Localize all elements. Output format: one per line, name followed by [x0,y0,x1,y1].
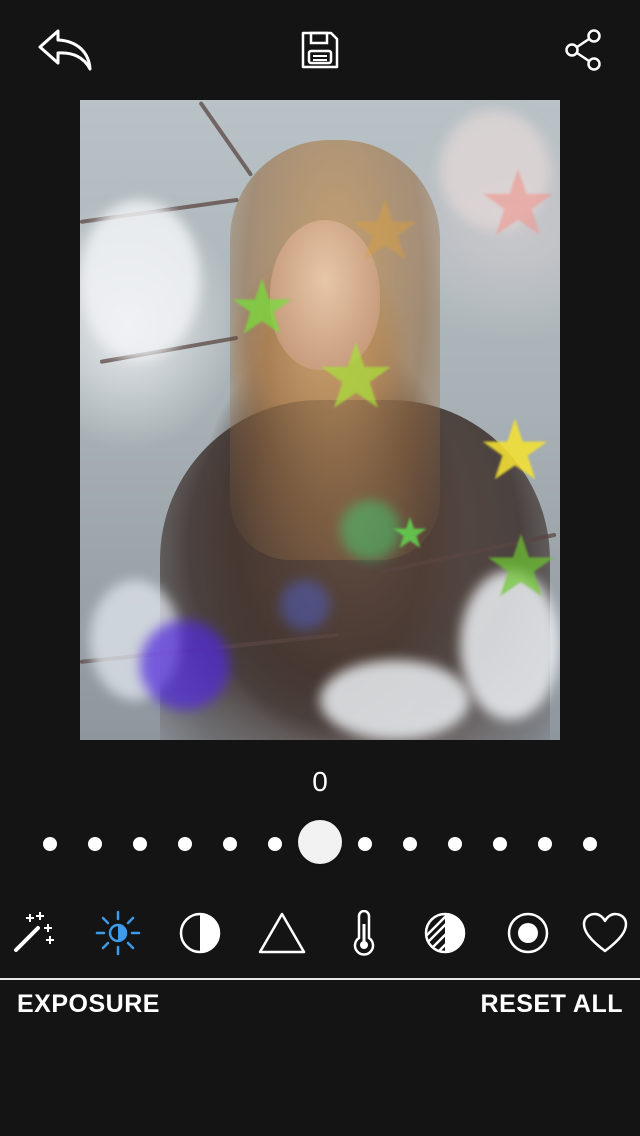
slider-stop[interactable] [223,837,237,851]
photo-star-green-lower [487,533,555,597]
photo-star-pink [483,168,553,235]
slider-stop[interactable] [268,837,282,851]
slider-stop[interactable] [133,837,147,851]
slider-stop[interactable] [403,837,417,851]
triangle-icon [258,912,306,954]
photo-star-yellow [482,418,548,480]
tool-temperature[interactable] [337,906,391,960]
undo-arrow-icon [38,29,92,71]
tool-brightness[interactable] [91,906,145,960]
adjustment-slider[interactable] [30,820,610,868]
photo-purple-glow [140,620,230,710]
floppy-disk-icon [301,31,339,69]
tool-saturation[interactable] [418,906,472,960]
photo-green-glow [340,500,400,560]
adjustment-value: 0 [312,766,328,797]
tool-favorite[interactable] [578,906,632,960]
striped-circle-icon [424,912,466,954]
contrast-icon [179,912,221,954]
slider-knob[interactable] [298,820,342,864]
back-button[interactable] [34,22,94,78]
vignette-icon [507,912,549,954]
heart-icon [582,912,628,953]
photo-star-orange [352,198,418,260]
reset-all-button[interactable]: RESET ALL [481,990,623,1019]
thermometer-icon [353,910,375,956]
slider-stop[interactable] [178,837,192,851]
brightness-icon [95,910,141,956]
tool-triangle[interactable] [255,906,309,960]
slider-stop[interactable] [43,837,57,851]
photo-branch [198,100,254,177]
edited-photo [80,100,560,740]
tool-vignette[interactable] [501,906,555,960]
slider-stop[interactable] [88,837,102,851]
share-button[interactable] [554,22,614,78]
photo-blossom [320,660,470,740]
slider-stop[interactable] [448,837,462,851]
top-toolbar [0,0,640,100]
slider-stop[interactable] [538,837,552,851]
divider [0,978,640,980]
photo-blossom [80,200,200,360]
tool-bar [0,900,640,966]
photo-star-green-small [393,516,427,549]
share-icon [565,29,601,71]
photo-editor-screen: 0 EXPOSURE RESET ALL [0,0,640,1136]
tool-contrast[interactable] [173,906,227,960]
tool-magic-wand[interactable] [8,906,62,960]
slider-stop[interactable] [493,837,507,851]
photo-star-yellow-green [321,341,391,408]
photo-blue-glow [280,580,330,630]
save-button[interactable] [290,22,350,78]
magic-wand-icon [14,912,54,952]
slider-stop[interactable] [583,837,597,851]
photo-star-green [232,278,292,334]
current-tool-label: EXPOSURE [17,990,160,1018]
slider-stop[interactable] [358,837,372,851]
